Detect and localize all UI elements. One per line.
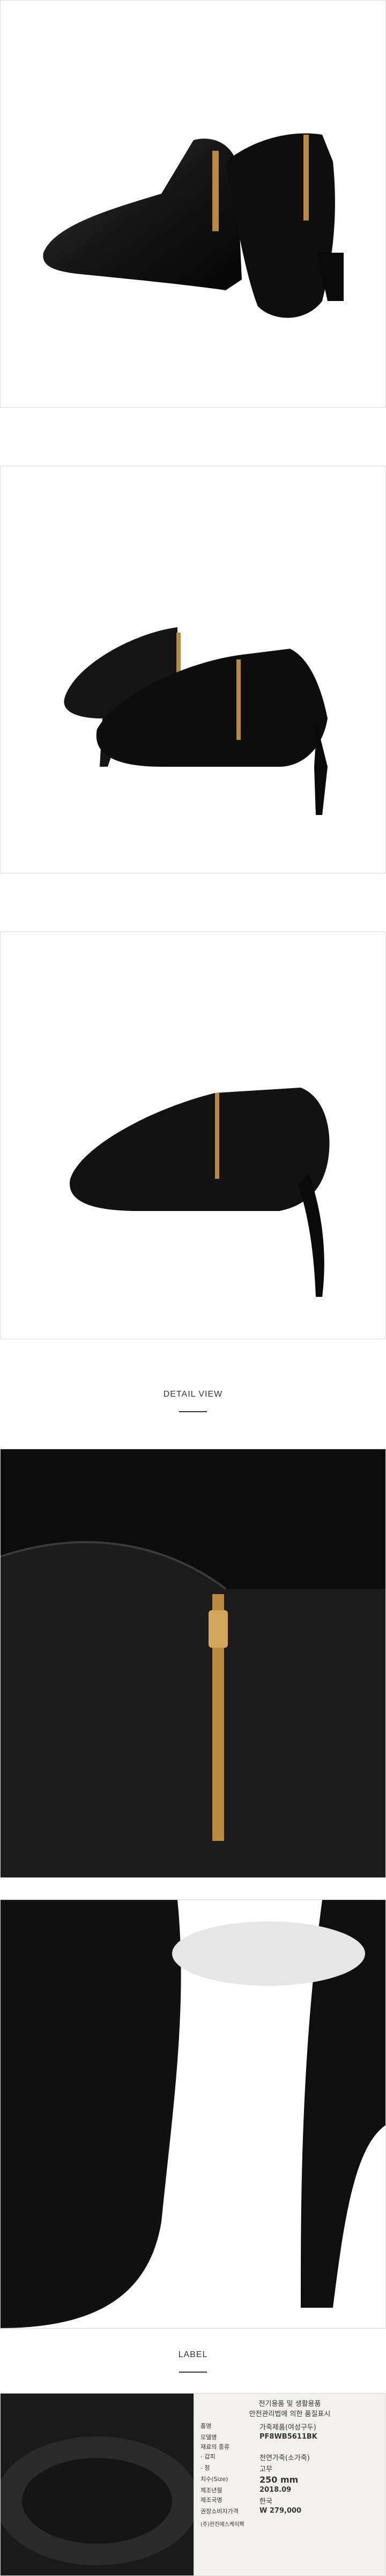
label-underline [179, 2372, 207, 2373]
label-key: 제조국명 [201, 2497, 222, 2504]
label-value: 한국 [259, 2498, 272, 2506]
single-shoe-illustration [70, 1088, 330, 1297]
shoe-pair-side-illustration [64, 627, 328, 815]
label-key: 제조년월 [201, 2487, 222, 2494]
product-photo-side-pair [0, 466, 386, 874]
product-photo-side-single [0, 931, 386, 1339]
label-row: 모델명 PF8WB5611BK [201, 2433, 379, 2441]
label-key: 품명 [201, 2423, 212, 2430]
label-key: - 갑피 [201, 2453, 216, 2460]
label-photo: 전기용품 및 생활용품 안전관리법에 의한 품질표시 품명 가죽제품(여성구두)… [0, 2393, 386, 2576]
label-row: - 창 고무 [201, 2463, 379, 2474]
label-value: 2018.09 [259, 2486, 292, 2494]
label-row: 제조년월 2018.09 [201, 2486, 379, 2494]
label-footer: (주)한진에스케이팩 [201, 2522, 244, 2528]
label-row: 치수(Size) 250 mm [201, 2475, 379, 2485]
shoe-sole-illustration [1, 2394, 204, 2575]
label-value: PF8WB5611BK [259, 2433, 317, 2441]
label-value: 250 mm [259, 2475, 299, 2485]
label-key: 모델명 [201, 2434, 217, 2441]
label-value: W 279,000 [259, 2507, 302, 2515]
product-photo-front [0, 0, 386, 408]
label-row: 권장소비자가격 W 279,000 [201, 2507, 379, 2515]
label-key: 재료의 종류 [201, 2443, 230, 2450]
label-key: 치수(Size) [201, 2476, 228, 2483]
heel-closeup-illustration [1, 1900, 385, 2328]
shoe-pair-front-illustration [43, 133, 344, 318]
detail-view-underline [179, 1411, 207, 1412]
label-key: - 창 [201, 2464, 210, 2471]
label-value: 가죽제품(여성구두) [259, 2424, 316, 2432]
label-row: 재료의 종류 [201, 2442, 379, 2451]
label-row: - 갑피 천연가죽(소가죽) [201, 2452, 379, 2462]
label-header-line2: 안전관리법에 의한 품질표시 [249, 2410, 331, 2418]
label-value: 고무 [259, 2465, 272, 2474]
zipper-closeup-illustration [1, 1449, 385, 1877]
quality-label-tag: 전기용품 및 생활용품 안전관리법에 의한 품질표시 품명 가죽제품(여성구두)… [194, 2394, 385, 2575]
label-key: 권장소비자가격 [201, 2508, 239, 2515]
detail-photo-heel [0, 1899, 386, 2329]
label-row: 제조국명 한국 [201, 2496, 379, 2506]
detail-view-heading: DETAIL VIEW [163, 1390, 223, 1399]
label-heading: LABEL [178, 2350, 208, 2359]
label-value: 천연가죽(소가죽) [259, 2454, 310, 2462]
label-header-line1: 전기용품 및 생활용품 [258, 2400, 321, 2408]
detail-photo-zipper [0, 1449, 386, 1878]
label-row: 품명 가죽제품(여성구두) [201, 2421, 379, 2432]
